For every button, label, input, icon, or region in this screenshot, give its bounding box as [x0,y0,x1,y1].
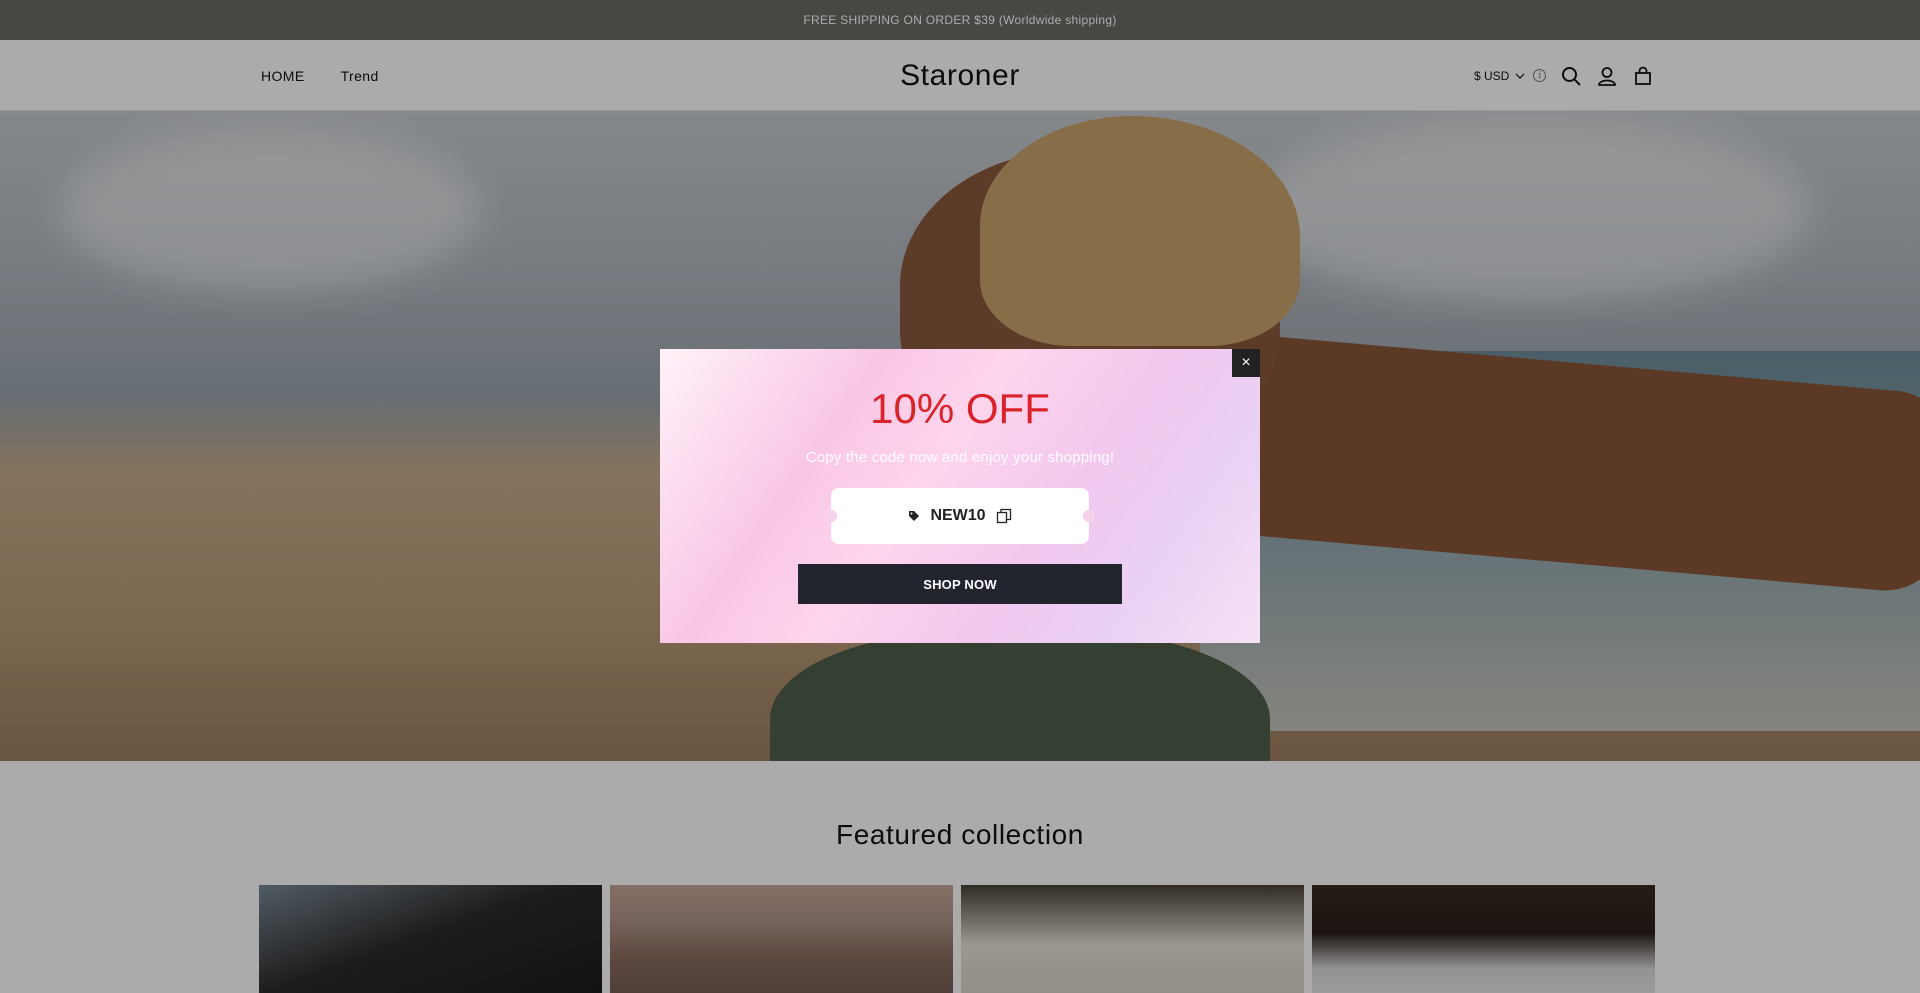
tag-icon [909,511,920,521]
discount-popup: × 10% OFF Copy the code now and enjoy yo… [660,349,1260,643]
popup-subtitle: Copy the code now and enjoy your shoppin… [805,449,1115,466]
coupon-notch [825,510,837,522]
coupon-notch [1083,510,1095,522]
coupon-code-box[interactable]: NEW10 [825,488,1095,544]
shop-now-button[interactable]: SHOP NOW [798,564,1122,604]
popup-title: 10% OFF [870,385,1050,432]
coupon-code: NEW10 [930,507,986,524]
close-icon[interactable]: × [1232,349,1260,377]
copy-icon[interactable] [996,508,1012,524]
